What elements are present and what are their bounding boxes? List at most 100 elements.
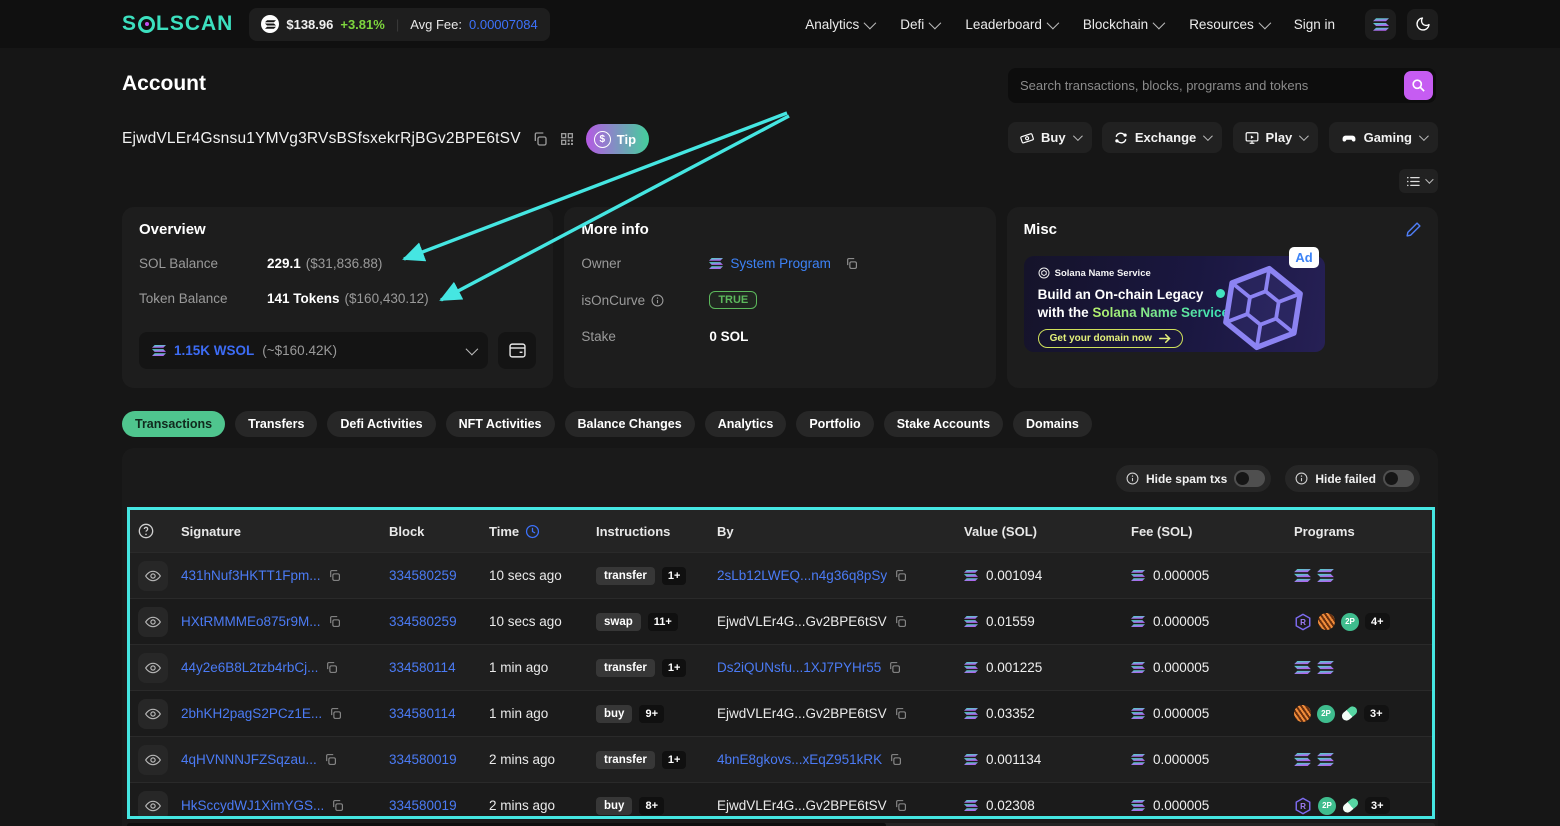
copy-icon[interactable]: [888, 661, 901, 674]
question-circle-icon[interactable]: [138, 523, 154, 539]
copy-icon[interactable]: [894, 615, 907, 628]
block-link[interactable]: 334580019: [389, 752, 457, 767]
instruction-count-badge[interactable]: 1+: [661, 658, 687, 677]
signature-link[interactable]: 44y2e6B8L2tzb4rbCj...: [181, 660, 318, 675]
signature-link[interactable]: 4qHVNNNJFZSqzau...: [181, 752, 317, 767]
instruction-badge[interactable]: transfer: [596, 658, 655, 677]
solscan-logo[interactable]: SSOLSCANLSCAN: [122, 12, 233, 36]
signature-link[interactable]: HkSccydWJ1XimYGS...: [181, 798, 324, 813]
tab-transfers[interactable]: Transfers: [235, 411, 318, 437]
programs-more-badge[interactable]: 3+: [1365, 797, 1390, 814]
solana-program-icon[interactable]: [1294, 569, 1311, 582]
copy-icon[interactable]: [894, 569, 907, 582]
block-link[interactable]: 334580114: [389, 660, 456, 675]
preview-transaction-button[interactable]: [138, 652, 168, 683]
tab-nft-activities[interactable]: NFT Activities: [445, 411, 555, 437]
token-holdings-dropdown[interactable]: 1.15K WSOL (~$160.42K): [139, 332, 489, 369]
hide-failed-toggle[interactable]: [1383, 470, 1414, 487]
copy-icon[interactable]: [331, 799, 344, 812]
owner-link[interactable]: System Program: [730, 256, 831, 271]
solana-program-icon[interactable]: [1294, 661, 1311, 674]
instruction-count-badge[interactable]: 9+: [639, 704, 664, 723]
2p-program-icon[interactable]: 2P: [1341, 612, 1359, 631]
copy-icon[interactable]: [894, 799, 907, 812]
pill-program-icon[interactable]: [1340, 704, 1359, 723]
by-address-link[interactable]: Ds2iQUNsfu...1XJ7PYHr55: [717, 660, 881, 675]
solana-program-icon[interactable]: [1317, 661, 1334, 674]
meteora-program-icon[interactable]: [1318, 613, 1335, 630]
instruction-badge[interactable]: transfer: [596, 750, 655, 769]
instruction-count-badge[interactable]: 1+: [661, 566, 687, 585]
nav-item-resources[interactable]: Resources: [1189, 16, 1271, 32]
buy-button[interactable]: Buy: [1008, 122, 1092, 153]
view-options-button[interactable]: [1399, 169, 1438, 193]
play-button[interactable]: Play: [1232, 122, 1319, 153]
dark-mode-toggle[interactable]: [1407, 8, 1438, 40]
tip-button[interactable]: $ Tip: [585, 124, 650, 154]
solana-network-button[interactable]: [1365, 8, 1396, 40]
solana-program-icon[interactable]: [1294, 753, 1311, 766]
block-link[interactable]: 334580114: [389, 706, 456, 721]
instruction-badge[interactable]: buy: [596, 704, 633, 723]
copy-icon[interactable]: [328, 615, 341, 628]
signature-link[interactable]: 431hNuf3HKTT1Fpm...: [181, 568, 321, 583]
preview-transaction-button[interactable]: [138, 606, 168, 637]
instruction-count-badge[interactable]: 11+: [647, 612, 678, 631]
search-input[interactable]: [1008, 78, 1404, 93]
tab-transactions[interactable]: Transactions: [122, 411, 226, 437]
tab-analytics[interactable]: Analytics: [704, 411, 787, 437]
2p-program-icon[interactable]: 2P: [1317, 704, 1335, 723]
copy-icon[interactable]: [894, 707, 907, 720]
preview-transaction-button[interactable]: [138, 790, 168, 816]
instruction-count-badge[interactable]: 1+: [661, 750, 687, 769]
exchange-button[interactable]: Exchange: [1101, 122, 1223, 153]
by-address-link[interactable]: 4bnE8gkovs...xEqZ951kRK: [717, 752, 882, 767]
copy-icon[interactable]: [328, 569, 341, 582]
signature-link[interactable]: HXtRMMMEo875r9M...: [181, 614, 321, 629]
instruction-badge[interactable]: swap: [596, 612, 641, 631]
block-link[interactable]: 334580019: [389, 798, 457, 813]
nav-item-leaderboard[interactable]: Leaderboard: [965, 16, 1060, 32]
gaming-button[interactable]: Gaming: [1328, 122, 1438, 153]
block-link[interactable]: 334580259: [389, 614, 457, 629]
programs-more-badge[interactable]: 4+: [1365, 613, 1390, 630]
instruction-badge[interactable]: transfer: [596, 566, 655, 585]
tab-stake-accounts[interactable]: Stake Accounts: [883, 411, 1004, 437]
instruction-count-badge[interactable]: 8+: [639, 796, 664, 815]
tab-portfolio[interactable]: Portfolio: [796, 411, 874, 437]
ad-banner[interactable]: Ad Solana Name Service Build an On-chain…: [1023, 247, 1325, 352]
meteora-program-icon[interactable]: [1294, 705, 1311, 722]
solana-program-icon[interactable]: [1317, 569, 1334, 582]
programs-more-badge[interactable]: 3+: [1364, 705, 1389, 722]
nav-item-defi[interactable]: Defi: [900, 16, 942, 32]
preview-transaction-button[interactable]: [138, 560, 168, 591]
pill-program-icon[interactable]: [1341, 796, 1360, 815]
edit-misc-button[interactable]: [1405, 221, 1422, 238]
copy-icon[interactable]: [324, 753, 337, 766]
tab-defi-activities[interactable]: Defi Activities: [327, 411, 436, 437]
qr-code-button[interactable]: [559, 131, 575, 147]
hide-spam-toggle[interactable]: [1234, 470, 1266, 487]
copy-icon[interactable]: [845, 257, 858, 270]
raydium-program-icon[interactable]: R: [1294, 797, 1312, 815]
tab-balance-changes[interactable]: Balance Changes: [564, 411, 695, 437]
block-link[interactable]: 334580259: [389, 568, 457, 583]
tab-domains[interactable]: Domains: [1013, 411, 1092, 437]
by-address-link[interactable]: 2sLb12LWEQ...n4g36q8pSy: [717, 568, 887, 583]
copy-icon[interactable]: [889, 753, 902, 766]
nav-item-blockchain[interactable]: Blockchain: [1083, 16, 1166, 32]
copy-icon[interactable]: [325, 661, 338, 674]
2p-program-icon[interactable]: 2P: [1318, 796, 1336, 815]
sign-in-link[interactable]: Sign in: [1294, 17, 1335, 32]
preview-transaction-button[interactable]: [138, 698, 168, 729]
nav-item-analytics[interactable]: Analytics: [805, 16, 877, 32]
clock-icon[interactable]: [525, 524, 540, 539]
instruction-badge[interactable]: buy: [596, 796, 633, 815]
copy-icon[interactable]: [329, 707, 342, 720]
preview-transaction-button[interactable]: [138, 744, 168, 775]
raydium-program-icon[interactable]: R: [1294, 613, 1312, 631]
info-icon[interactable]: [651, 294, 664, 307]
copy-address-button[interactable]: [532, 131, 548, 147]
solana-program-icon[interactable]: [1317, 753, 1334, 766]
signature-link[interactable]: 2bhKH2pagS2PCz1E...: [181, 706, 322, 721]
